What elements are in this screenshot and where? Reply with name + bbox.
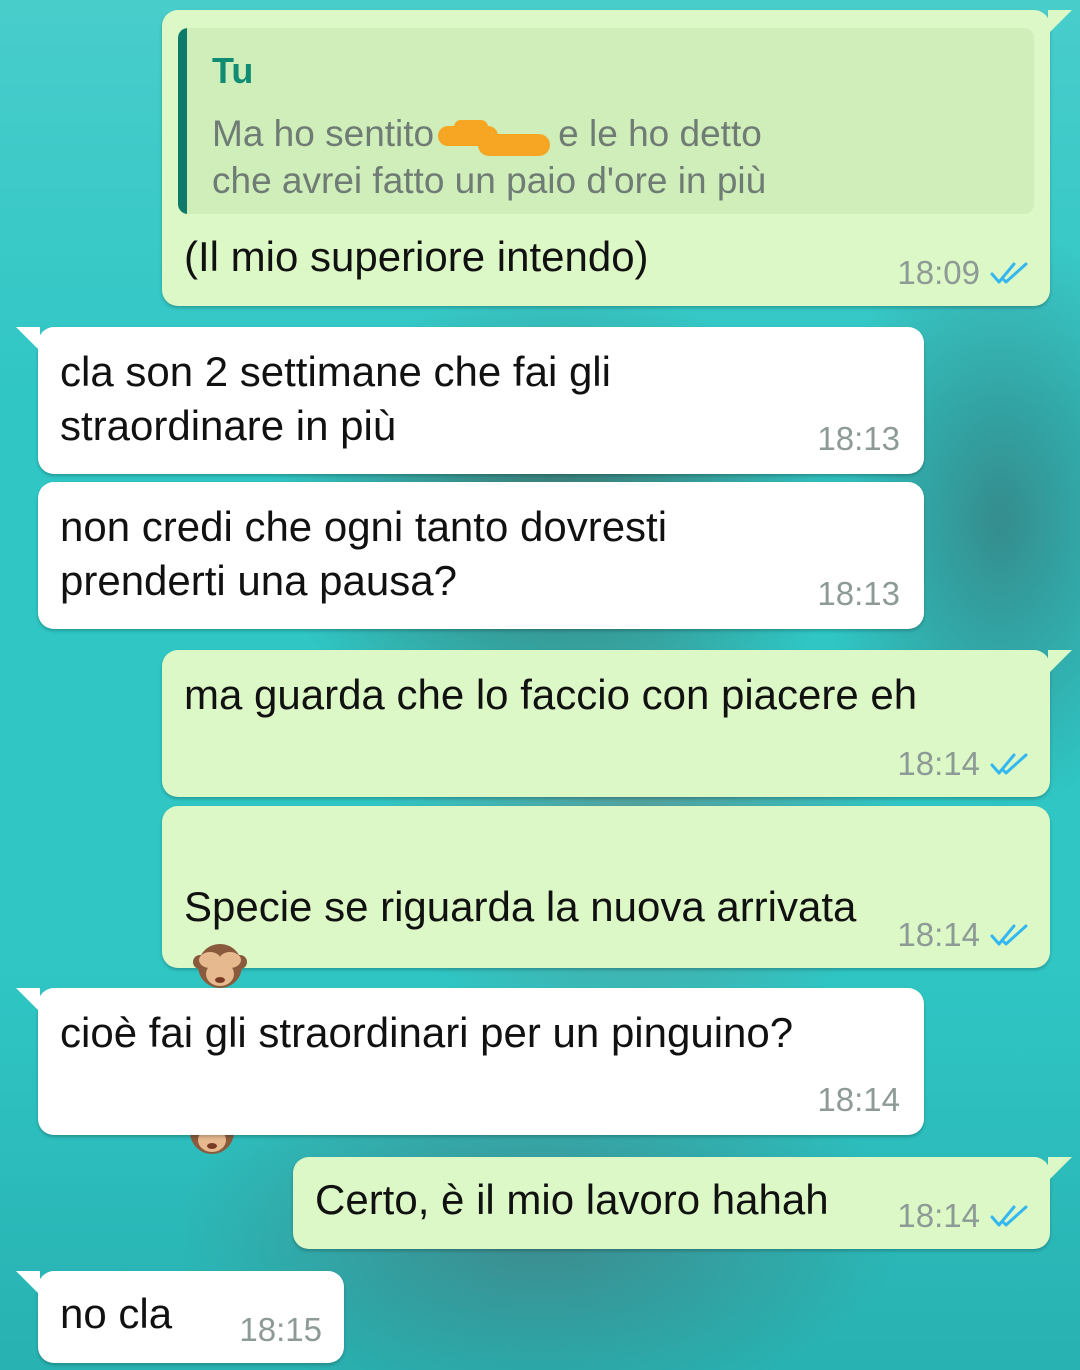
message-time: 18:14 [817,1081,900,1118]
message-meta: 18:14 [897,745,1030,783]
message-time: 18:09 [897,254,980,291]
quote-author: Tu [212,50,254,91]
redaction-mark [434,116,558,157]
message-meta: 18:14 [817,1081,900,1119]
quote-accent-bar [178,28,187,214]
message-bubble-incoming[interactable]: cla son 2 settimane che fai gli straordi… [16,327,924,474]
message-time: 18:14 [897,916,980,953]
message-time: 18:14 [897,1197,980,1234]
double-check-read-icon [990,753,1028,775]
message-time: 18:13 [817,575,900,612]
message-time: 18:14 [897,745,980,782]
message-meta: 18:14 [897,916,1030,954]
message-bubble-outgoing[interactable]: Tu Ma ho sentito e le ho detto che avrei … [162,10,1072,306]
quote-text-line2: che avrei fatto un paio d'ore in più [212,160,767,201]
message-text: cioè fai gli straordinari per un pinguin… [60,1009,794,1056]
message-text-content: Specie se riguarda la nuova arrivata [184,883,857,930]
message-text: (Il mio superiore intendo) [184,233,649,280]
message-text: no cla [60,1290,173,1337]
message-meta: 18:15 [239,1311,322,1349]
message-bubble-outgoing[interactable]: ma guarda che lo faccio con piacere eh 1… [162,650,1072,797]
message-text: ma guarda che lo faccio con piacere eh [184,671,918,718]
message-bubble-incoming[interactable]: non credi che ogni tanto dovresti prende… [38,482,924,629]
double-check-read-icon [990,262,1028,284]
message-meta: 18:09 [897,254,1030,292]
quoted-message[interactable]: Tu Ma ho sentito e le ho detto che avrei … [178,28,1034,214]
message-meta: 18:13 [817,575,900,613]
message-time: 18:15 [239,1311,322,1348]
message-bubble-incoming[interactable]: no cla 18:15 [16,1271,344,1363]
message-meta: 18:13 [817,420,900,458]
double-check-read-icon [990,1205,1028,1227]
message-time: 18:13 [817,420,900,457]
message-text: non credi che ogni tanto dovresti prende… [60,503,668,604]
message-bubble-outgoing[interactable]: Certo, è il mio lavoro hahah 18:14 [293,1157,1072,1249]
message-text: Certo, è il mio lavoro hahah [315,1176,829,1223]
quote-text: Ma ho sentito e le ho detto che avrei fat… [212,110,1012,204]
message-bubble-incoming[interactable]: cioè fai gli straordinari per un pinguin… [16,988,924,1135]
message-meta: 18:14 [897,1197,1030,1235]
double-check-read-icon [990,924,1028,946]
see-no-evil-monkey-icon [193,943,247,988]
message-bubble-outgoing[interactable]: Specie se riguarda la nuova arrivata 18:… [162,806,1050,1154]
message-text: cla son 2 settimane che fai gli straordi… [60,348,611,449]
quote-text-part1: Ma ho sentito [212,113,435,154]
quote-text-part2: e le ho detto [558,113,762,154]
